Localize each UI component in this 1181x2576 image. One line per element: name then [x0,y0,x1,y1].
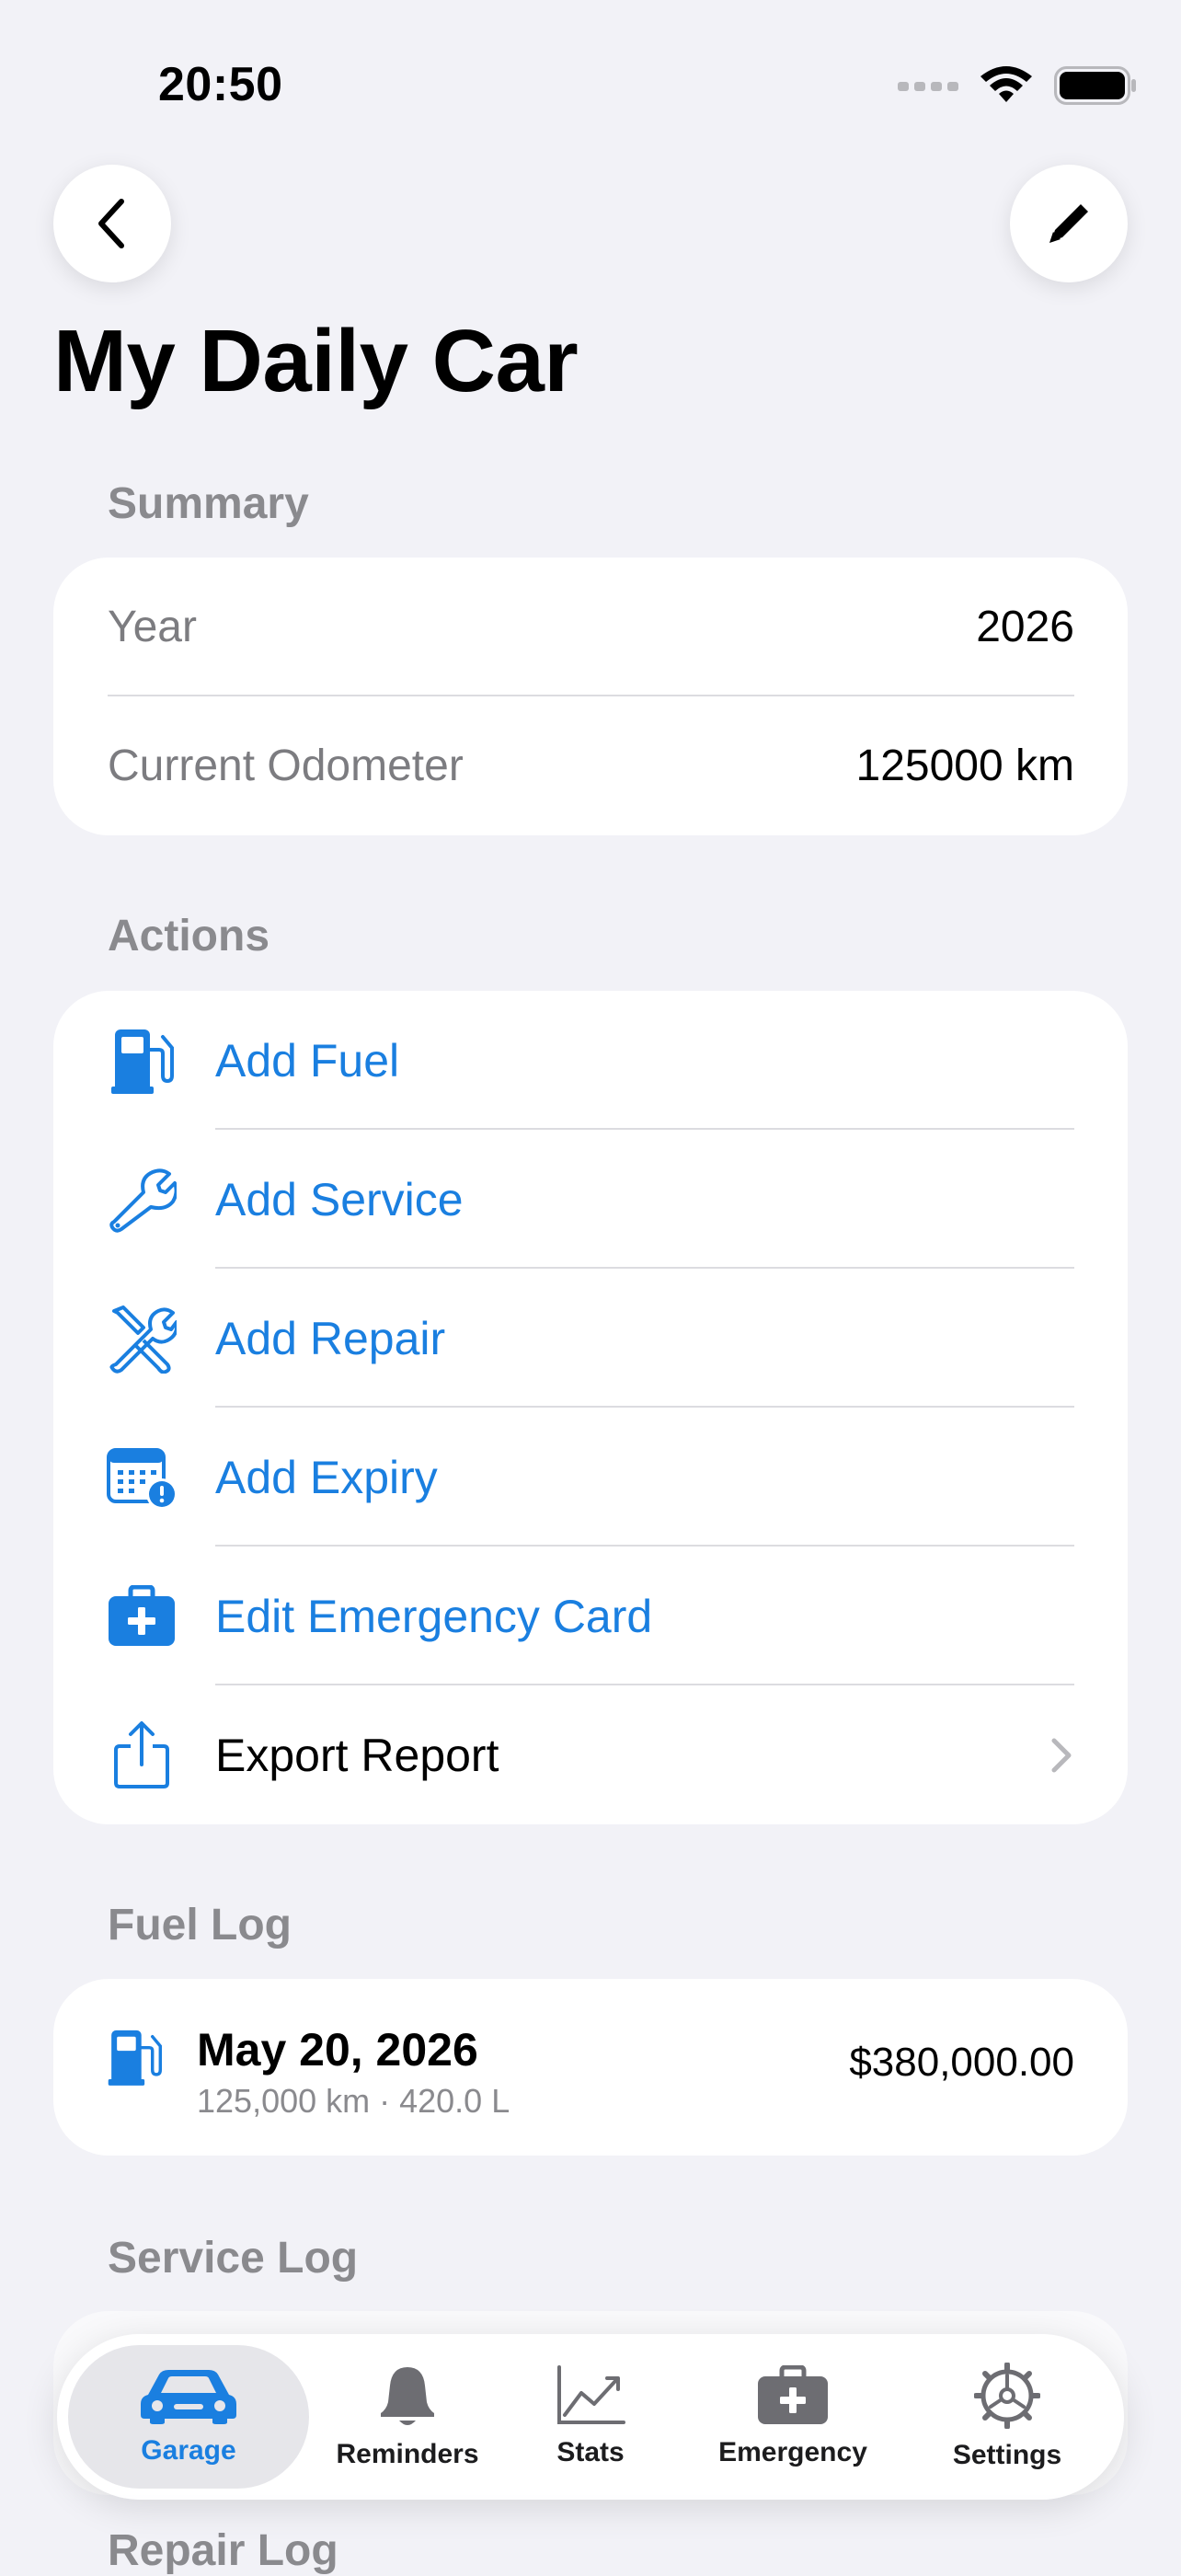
fuel-entry-date: May 20, 2026 [197,2024,478,2076]
add-fuel-label: Add Fuel [215,1034,400,1087]
tab-stats-label: Stats [556,2437,625,2467]
add-service-label: Add Service [215,1173,464,1225]
add-expiry-label: Add Expiry [215,1451,438,1503]
summary-card: Year 2026 Current Odometer 125000 km [53,558,1128,835]
tab-stats[interactable]: Stats [508,2334,673,2500]
fuel-entry-amount: $380,000.00 [849,2040,1074,2085]
chevron-left-icon [98,199,124,248]
fuel-log-entry[interactable]: May 20, 2026 125,000 km · 420.0 L $380,0… [53,1979,1128,2156]
tab-bar: Garage Reminders Stats Emergency Setting… [57,2334,1124,2500]
tab-settings-label: Settings [952,2440,1062,2470]
summary-header: Summary [108,479,309,528]
cellular-signal-icon [898,82,958,91]
fuel-pump-icon [105,1024,178,1098]
gear-icon [974,2363,1040,2429]
fuel-log-card: May 20, 2026 125,000 km · 420.0 L $380,0… [53,1979,1128,2156]
add-repair-label: Add Repair [215,1312,446,1364]
actions-card: Add Fuel Add Service Add Repair Add Expi… [53,991,1128,1824]
battery-icon [1054,66,1136,105]
summary-row-year: Year 2026 [53,558,1128,696]
add-fuel-button[interactable]: Add Fuel [53,991,1128,1130]
repair-log-header: Repair Log [108,2526,338,2575]
export-report-label: Export Report [215,1729,499,1781]
medical-bag-icon [758,2365,828,2424]
tab-emergency[interactable]: Emergency [684,2334,901,2500]
pencil-icon [1049,204,1088,243]
odometer-label: Current Odometer [108,742,464,790]
status-icons [898,63,1137,109]
edit-emergency-card-button[interactable]: Edit Emergency Card [53,1547,1128,1685]
chevron-right-icon [1051,1738,1072,1772]
medical-bag-icon [105,1580,178,1653]
tab-garage-label: Garage [141,2435,236,2466]
export-report-button[interactable]: Export Report [53,1685,1128,1824]
back-button[interactable] [53,165,171,282]
odometer-value: 125000 km [855,742,1075,790]
tab-reminders[interactable]: Reminders [320,2334,495,2500]
add-service-button[interactable]: Add Service [53,1130,1128,1269]
year-label: Year [108,603,197,651]
summary-row-odometer: Current Odometer 125000 km [53,696,1128,835]
tab-emergency-label: Emergency [718,2437,867,2467]
fuel-entry-details: 125,000 km · 420.0 L [197,2082,510,2120]
wrench-icon [105,1163,178,1236]
year-value: 2026 [976,603,1074,651]
edit-emergency-card-label: Edit Emergency Card [215,1590,653,1642]
status-time: 20:50 [158,58,283,111]
bell-icon [381,2367,434,2425]
tab-reminders-label: Reminders [336,2439,479,2469]
calendar-alert-icon [105,1441,178,1514]
service-log-header: Service Log [108,2234,359,2283]
car-icon [141,2370,236,2424]
wrench-screwdriver-icon [105,1302,178,1375]
chart-icon [557,2365,625,2424]
edit-button[interactable] [1010,165,1128,282]
share-icon [105,1719,178,1792]
actions-header: Actions [108,912,270,960]
wifi-icon [980,66,1032,102]
fuel-log-header: Fuel Log [108,1901,292,1949]
tab-settings[interactable]: Settings [911,2334,1104,2500]
tab-garage[interactable]: Garage [68,2334,309,2500]
add-expiry-button[interactable]: Add Expiry [53,1408,1128,1547]
page-title: My Daily Car [53,312,579,410]
fuel-pump-icon [107,2027,162,2092]
add-repair-button[interactable]: Add Repair [53,1269,1128,1408]
